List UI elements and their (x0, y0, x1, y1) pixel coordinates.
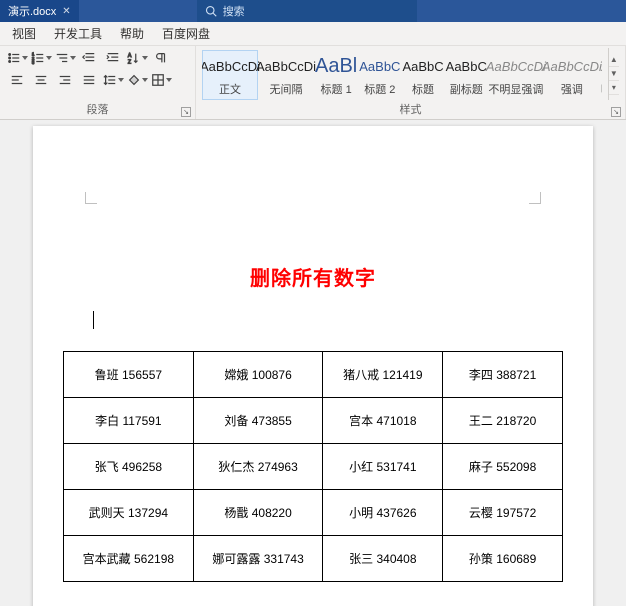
table-cell[interactable]: 张飞 496258 (64, 444, 194, 490)
multilevel-list-button[interactable] (54, 48, 76, 68)
search-icon (205, 5, 217, 17)
table-cell[interactable]: 武则天 137294 (64, 490, 194, 536)
align-justify-button[interactable] (78, 70, 100, 90)
table-cell[interactable]: 宫本武藏 562198 (64, 536, 194, 582)
table-cell[interactable]: 云樱 197572 (443, 490, 563, 536)
borders-button[interactable] (150, 70, 172, 90)
table-cell[interactable]: 小明 437626 (323, 490, 443, 536)
align-left-button[interactable] (6, 70, 28, 90)
tab-baidu[interactable]: 百度网盘 (154, 22, 218, 45)
document-tab[interactable]: 演示.docx ✕ (0, 0, 79, 22)
table-cell[interactable]: 王二 218720 (443, 398, 563, 444)
style-item[interactable]: AaBbC 副标题 (445, 50, 488, 100)
styles-scroll[interactable]: ▲ ▼ ▾ (608, 48, 619, 100)
bullet-list-button[interactable] (6, 48, 28, 68)
style-item[interactable]: AaBb明显强 (600, 50, 602, 100)
table-cell[interactable]: 鲁班 156557 (64, 352, 194, 398)
style-preview: AaBbC (359, 53, 400, 79)
style-item[interactable]: AaBl 标题 1 (314, 50, 358, 100)
svg-text:Z: Z (127, 59, 131, 65)
ribbon: 123 AZ 段落 ↘ AaBbCcDi正文AaBbCcD (0, 46, 626, 120)
style-item[interactable]: AaBbCcDi 无间隔 (258, 50, 314, 100)
style-preview: AaBbCcDi (256, 53, 316, 79)
group-label-styles: 样式 ↘ (202, 100, 619, 119)
styles-gallery[interactable]: AaBbCcDi正文AaBbCcDi无间隔AaBl标题 1AaBbC标题 2Aa… (202, 48, 602, 100)
svg-text:A: A (127, 53, 131, 59)
crop-mark-icon (525, 188, 541, 204)
paragraph-launcher-icon[interactable]: ↘ (181, 107, 191, 117)
styles-launcher-icon[interactable]: ↘ (611, 107, 621, 117)
search-placeholder: 搜索 (223, 3, 245, 19)
table-cell[interactable]: 宫本 471018 (323, 398, 443, 444)
style-item[interactable]: AaBbCcDi 强调 (544, 50, 600, 100)
style-name-label: 正文 (219, 81, 241, 97)
table-cell[interactable]: 小红 531741 (323, 444, 443, 490)
numbered-list-button[interactable]: 123 (30, 48, 52, 68)
data-table[interactable]: 鲁班 156557嫦娥 100876猪八戒 121419李四 388721李白 … (63, 351, 563, 582)
style-name-label: 不明显强调 (488, 81, 543, 97)
table-row[interactable]: 鲁班 156557嫦娥 100876猪八戒 121419李四 388721 (64, 352, 563, 398)
style-item[interactable]: AaBbCcDi 正文 (202, 50, 258, 100)
table-cell[interactable]: 嫦娥 100876 (193, 352, 323, 398)
group-paragraph: 123 AZ 段落 ↘ (0, 46, 196, 119)
styles-scroll-up-icon[interactable]: ▲ (609, 53, 619, 67)
styles-scroll-down-icon[interactable]: ▼ (609, 67, 619, 81)
align-center-button[interactable] (30, 70, 52, 90)
document-filename: 演示.docx (8, 3, 56, 19)
style-name-label: 标题 1 (321, 81, 352, 97)
group-styles: AaBbCcDi正文AaBbCcDi无间隔AaBl标题 1AaBbC标题 2Aa… (196, 46, 626, 119)
table-cell[interactable]: 杨戬 408220 (193, 490, 323, 536)
table-row[interactable]: 李白 117591刘备 473855宫本 471018王二 218720 (64, 398, 563, 444)
style-name-label: 标题 2 (364, 81, 395, 97)
table-row[interactable]: 宫本武藏 562198娜可露露 331743张三 340408孙策 160689 (64, 536, 563, 582)
table-cell[interactable]: 李四 388721 (443, 352, 563, 398)
line-spacing-button[interactable] (102, 70, 124, 90)
close-tab-icon[interactable]: ✕ (62, 6, 70, 17)
style-item[interactable]: AaBbCcDi 不明显强调 (488, 50, 544, 100)
text-cursor[interactable] (93, 309, 563, 333)
style-item[interactable]: AaBbC 标题 2 (358, 50, 401, 100)
table-cell[interactable]: 猪八戒 121419 (323, 352, 443, 398)
table-cell[interactable]: 刘备 473855 (193, 398, 323, 444)
document-heading: 删除所有数字 (63, 262, 563, 291)
table-cell[interactable]: 李白 117591 (64, 398, 194, 444)
style-preview: AaBbCcDi (486, 53, 546, 79)
styles-more-icon[interactable]: ▾ (609, 81, 619, 95)
svg-text:3: 3 (31, 60, 34, 65)
sort-button[interactable]: AZ (126, 48, 148, 68)
table-cell[interactable]: 狄仁杰 274963 (193, 444, 323, 490)
ribbon-tabs: 视图 开发工具 帮助 百度网盘 (0, 22, 626, 46)
tab-view[interactable]: 视图 (4, 22, 44, 45)
style-preview: AaBbC (402, 53, 443, 79)
show-marks-button[interactable] (150, 48, 172, 68)
table-row[interactable]: 武则天 137294杨戬 408220小明 437626云樱 197572 (64, 490, 563, 536)
tab-developer[interactable]: 开发工具 (46, 22, 110, 45)
style-preview: AaBl (315, 53, 357, 79)
style-name-label: 标题 (412, 81, 434, 97)
style-item[interactable]: AaBbC 标题 (401, 50, 444, 100)
style-name-label: 无间隔 (270, 81, 303, 97)
table-cell[interactable]: 娜可露露 331743 (193, 536, 323, 582)
style-name-label: 强调 (561, 81, 583, 97)
table-cell[interactable]: 孙策 160689 (443, 536, 563, 582)
style-preview: AaBbC (446, 53, 487, 79)
style-preview: AaBbCcDi (542, 53, 602, 79)
style-name-label: 副标题 (450, 81, 483, 97)
increase-indent-button[interactable] (102, 48, 124, 68)
align-right-button[interactable] (54, 70, 76, 90)
table-cell[interactable]: 麻子 552098 (443, 444, 563, 490)
shading-button[interactable] (126, 70, 148, 90)
page[interactable]: 删除所有数字 鲁班 156557嫦娥 100876猪八戒 121419李四 38… (33, 126, 593, 606)
document-area[interactable]: 删除所有数字 鲁班 156557嫦娥 100876猪八戒 121419李四 38… (0, 120, 626, 606)
search-box[interactable]: 搜索 (197, 0, 417, 22)
table-cell[interactable]: 张三 340408 (323, 536, 443, 582)
style-preview: AaBbCcDi (202, 53, 260, 79)
style-name-label: 明显强 (601, 81, 602, 97)
crop-mark-icon (85, 188, 101, 204)
tab-help[interactable]: 帮助 (112, 22, 152, 45)
decrease-indent-button[interactable] (78, 48, 100, 68)
table-row[interactable]: 张飞 496258狄仁杰 274963小红 531741麻子 552098 (64, 444, 563, 490)
title-bar: 演示.docx ✕ 搜索 (0, 0, 626, 22)
group-label-paragraph: 段落 ↘ (6, 100, 189, 119)
